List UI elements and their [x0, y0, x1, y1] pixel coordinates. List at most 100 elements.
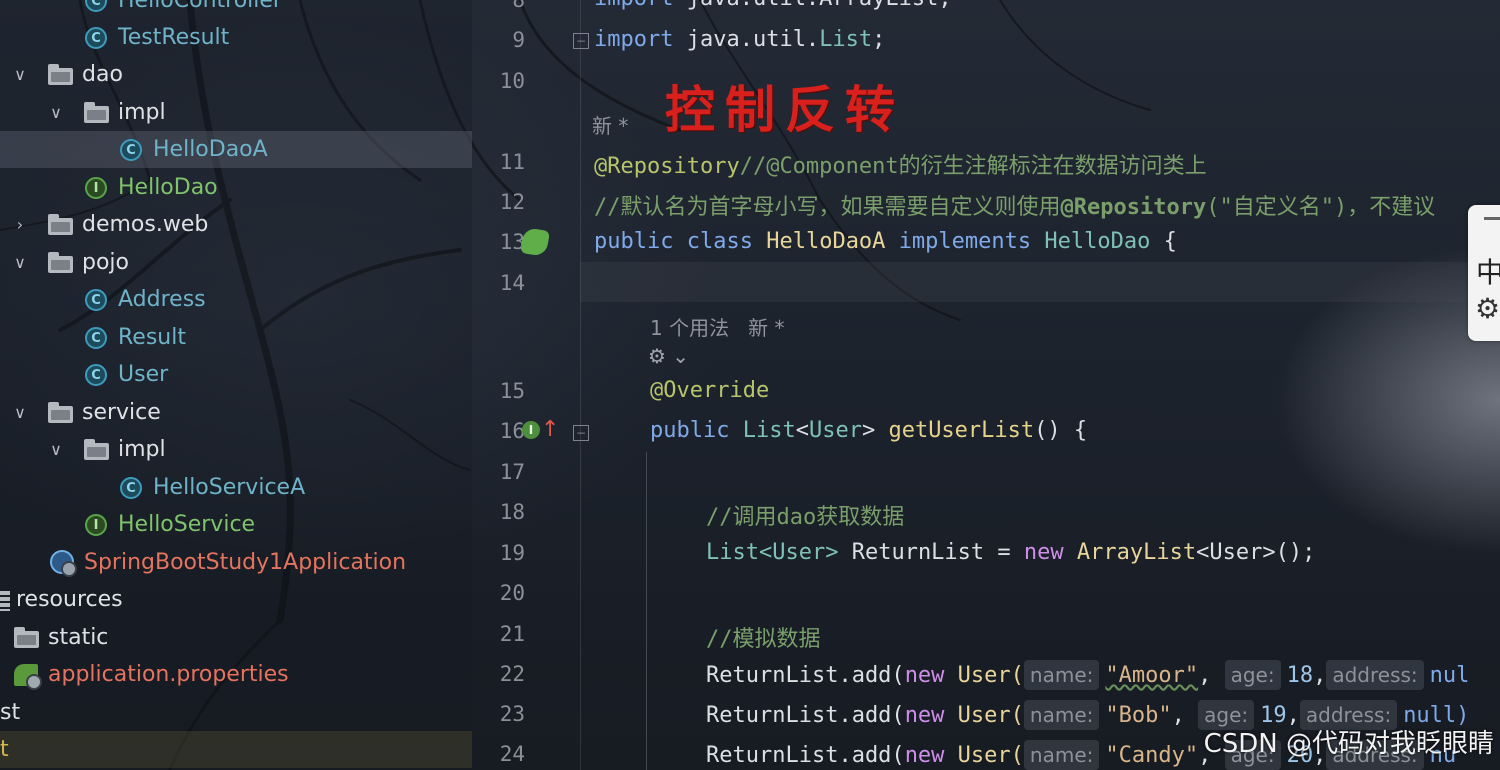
chevron-down-icon[interactable]: ∨: [10, 65, 30, 84]
implements-method-icon[interactable]: I ↑: [522, 417, 560, 442]
line-number: 23: [499, 702, 525, 726]
tree-item-label: static: [48, 625, 109, 650]
tree-item-label: dao: [82, 62, 123, 87]
tree-item-springbootstudy1application[interactable]: SpringBootStudy1Application: [0, 544, 472, 581]
tree-item-resources[interactable]: resources: [0, 581, 472, 618]
chevron-down-icon[interactable]: ∨: [10, 403, 30, 422]
line-number: 9: [512, 28, 525, 52]
tree-item-hellodaoa[interactable]: C HelloDaoA: [0, 131, 472, 168]
tree-item-test[interactable]: st: [0, 694, 472, 731]
param-hint-name: name:: [1023, 700, 1100, 730]
arrow-up-icon: ↑: [541, 417, 560, 442]
chevron-down-icon[interactable]: ∨: [46, 103, 66, 122]
class-icon: C: [84, 326, 110, 349]
tree-item-hellocontroller[interactable]: C HelloController: [0, 0, 472, 19]
tree-item-label: HelloDao: [118, 175, 218, 200]
tree-item-label: SpringBootStudy1Application: [84, 550, 407, 575]
gutter-separator: [580, 0, 581, 770]
ime-toolbar[interactable]: 中 ⚙: [1468, 205, 1500, 341]
folder-icon: [48, 213, 74, 236]
chevron-down-icon[interactable]: ∨: [10, 253, 30, 272]
code-line-18: //调用dao获取数据: [706, 505, 905, 530]
code-line-8: import java.util.ArrayList;: [594, 0, 952, 11]
class-icon: C: [119, 138, 145, 161]
tree-item-label: HelloController: [118, 0, 282, 13]
tree-item-label: resources: [16, 587, 123, 612]
tree-item-target[interactable]: t: [0, 731, 472, 768]
tree-item-user[interactable]: C User: [0, 356, 472, 393]
tree-item-demos-web[interactable]: › demos.web: [0, 206, 472, 243]
tree-item-helloservicea[interactable]: C HelloServiceA: [0, 469, 472, 506]
class-icon: C: [84, 363, 110, 386]
tree-item-label: TestResult: [118, 25, 230, 50]
properties-file-icon: [14, 663, 42, 690]
tree-item-dao-impl[interactable]: ∨ impl: [0, 94, 472, 131]
line-number: 22: [499, 662, 525, 686]
line-number: 21: [499, 622, 525, 646]
tree-item-label: service: [82, 400, 161, 425]
tree-item-application-properties[interactable]: application.properties: [0, 656, 472, 693]
code-line-19: List<User> ReturnList = new ArrayList<Us…: [706, 540, 1316, 565]
tree-item-helloservice[interactable]: I HelloService: [0, 506, 472, 543]
folder-icon: [48, 401, 74, 424]
current-line-highlight: [580, 262, 1500, 302]
tree-item-label: pojo: [82, 250, 129, 275]
tree-item-static[interactable]: static: [0, 619, 472, 656]
folder-icon: [84, 101, 110, 124]
tree-item-label: Address: [118, 287, 206, 312]
tree-item-label: application.properties: [48, 662, 289, 687]
drag-handle-icon[interactable]: [1484, 217, 1500, 220]
line-number: 20: [499, 581, 525, 605]
tree-item-label: t: [0, 737, 9, 762]
fold-icon[interactable]: −: [573, 425, 589, 441]
tree-item-pojo[interactable]: ∨ pojo: [0, 244, 472, 281]
tree-item-address[interactable]: C Address: [0, 281, 472, 318]
folder-icon: [48, 251, 74, 274]
tree-item-testresult[interactable]: C TestResult: [0, 19, 472, 56]
tree-item-service-impl[interactable]: ∨ impl: [0, 431, 472, 468]
class-icon: C: [84, 288, 110, 311]
fold-icon[interactable]: −: [573, 33, 589, 49]
tree-item-label: HelloServiceA: [153, 475, 306, 500]
code-line-13: public class HelloDaoA implements HelloD…: [594, 229, 1177, 254]
author-hint[interactable]: 新 *: [592, 110, 628, 139]
indent-guide: [646, 452, 647, 770]
line-number: 16: [499, 419, 525, 443]
line-number: 10: [499, 69, 525, 93]
tree-item-service[interactable]: ∨ service: [0, 394, 472, 431]
tree-item-label: HelloService: [118, 512, 256, 537]
line-number: 15: [499, 379, 525, 403]
folder-icon: [48, 63, 74, 86]
tree-item-label: impl: [118, 437, 166, 462]
code-line-16: public List<User> getUserList() {: [650, 418, 1088, 443]
chevron-down-icon[interactable]: ∨: [46, 440, 66, 459]
tree-item-label: HelloDaoA: [153, 137, 268, 162]
line-number: 12: [499, 190, 525, 214]
usages-hint[interactable]: 1 个用法 新 *: [650, 312, 785, 341]
tree-item-dao[interactable]: ∨ dao: [0, 56, 472, 93]
tree-item-hellodao[interactable]: I HelloDao: [0, 169, 472, 206]
param-hint-name: name:: [1023, 660, 1100, 690]
tree-item-label: demos.web: [82, 212, 209, 237]
code-editor[interactable]: 8 9 10 11 12 13 14 15 16 17 18 19 20 21 …: [473, 0, 1500, 770]
csdn-watermark: CSDN @代码对我眨眼睛: [1203, 729, 1494, 759]
line-number: 11: [499, 150, 525, 174]
project-tree: C HelloController C TestResult ∨ dao ∨ i…: [0, 0, 472, 770]
gear-icon[interactable]: ⚙: [1475, 295, 1500, 323]
line-number: 13: [499, 230, 525, 254]
code-line-15: @Override: [650, 378, 770, 403]
ime-language-toggle[interactable]: 中: [1476, 251, 1500, 291]
folder-icon: [14, 626, 40, 649]
param-hint-address: address:: [1326, 660, 1424, 690]
ai-assistant-icon[interactable]: ⚙ ⌄: [648, 344, 689, 368]
tree-item-result[interactable]: C Result: [0, 319, 472, 356]
code-line-22: ReturnList.add(new User(name: "Amoor", ag…: [706, 660, 1469, 690]
line-number: 19: [499, 541, 525, 565]
code-line-21: //模拟数据: [706, 627, 821, 652]
spring-app-icon: [50, 549, 77, 577]
code-line-11: @Repository//@Component的衍生注解标注在数据访问类上: [594, 154, 1207, 179]
class-icon: C: [84, 0, 110, 12]
resources-folder-icon: [0, 589, 14, 611]
chevron-right-icon[interactable]: ›: [10, 215, 30, 234]
class-icon: C: [84, 26, 110, 49]
